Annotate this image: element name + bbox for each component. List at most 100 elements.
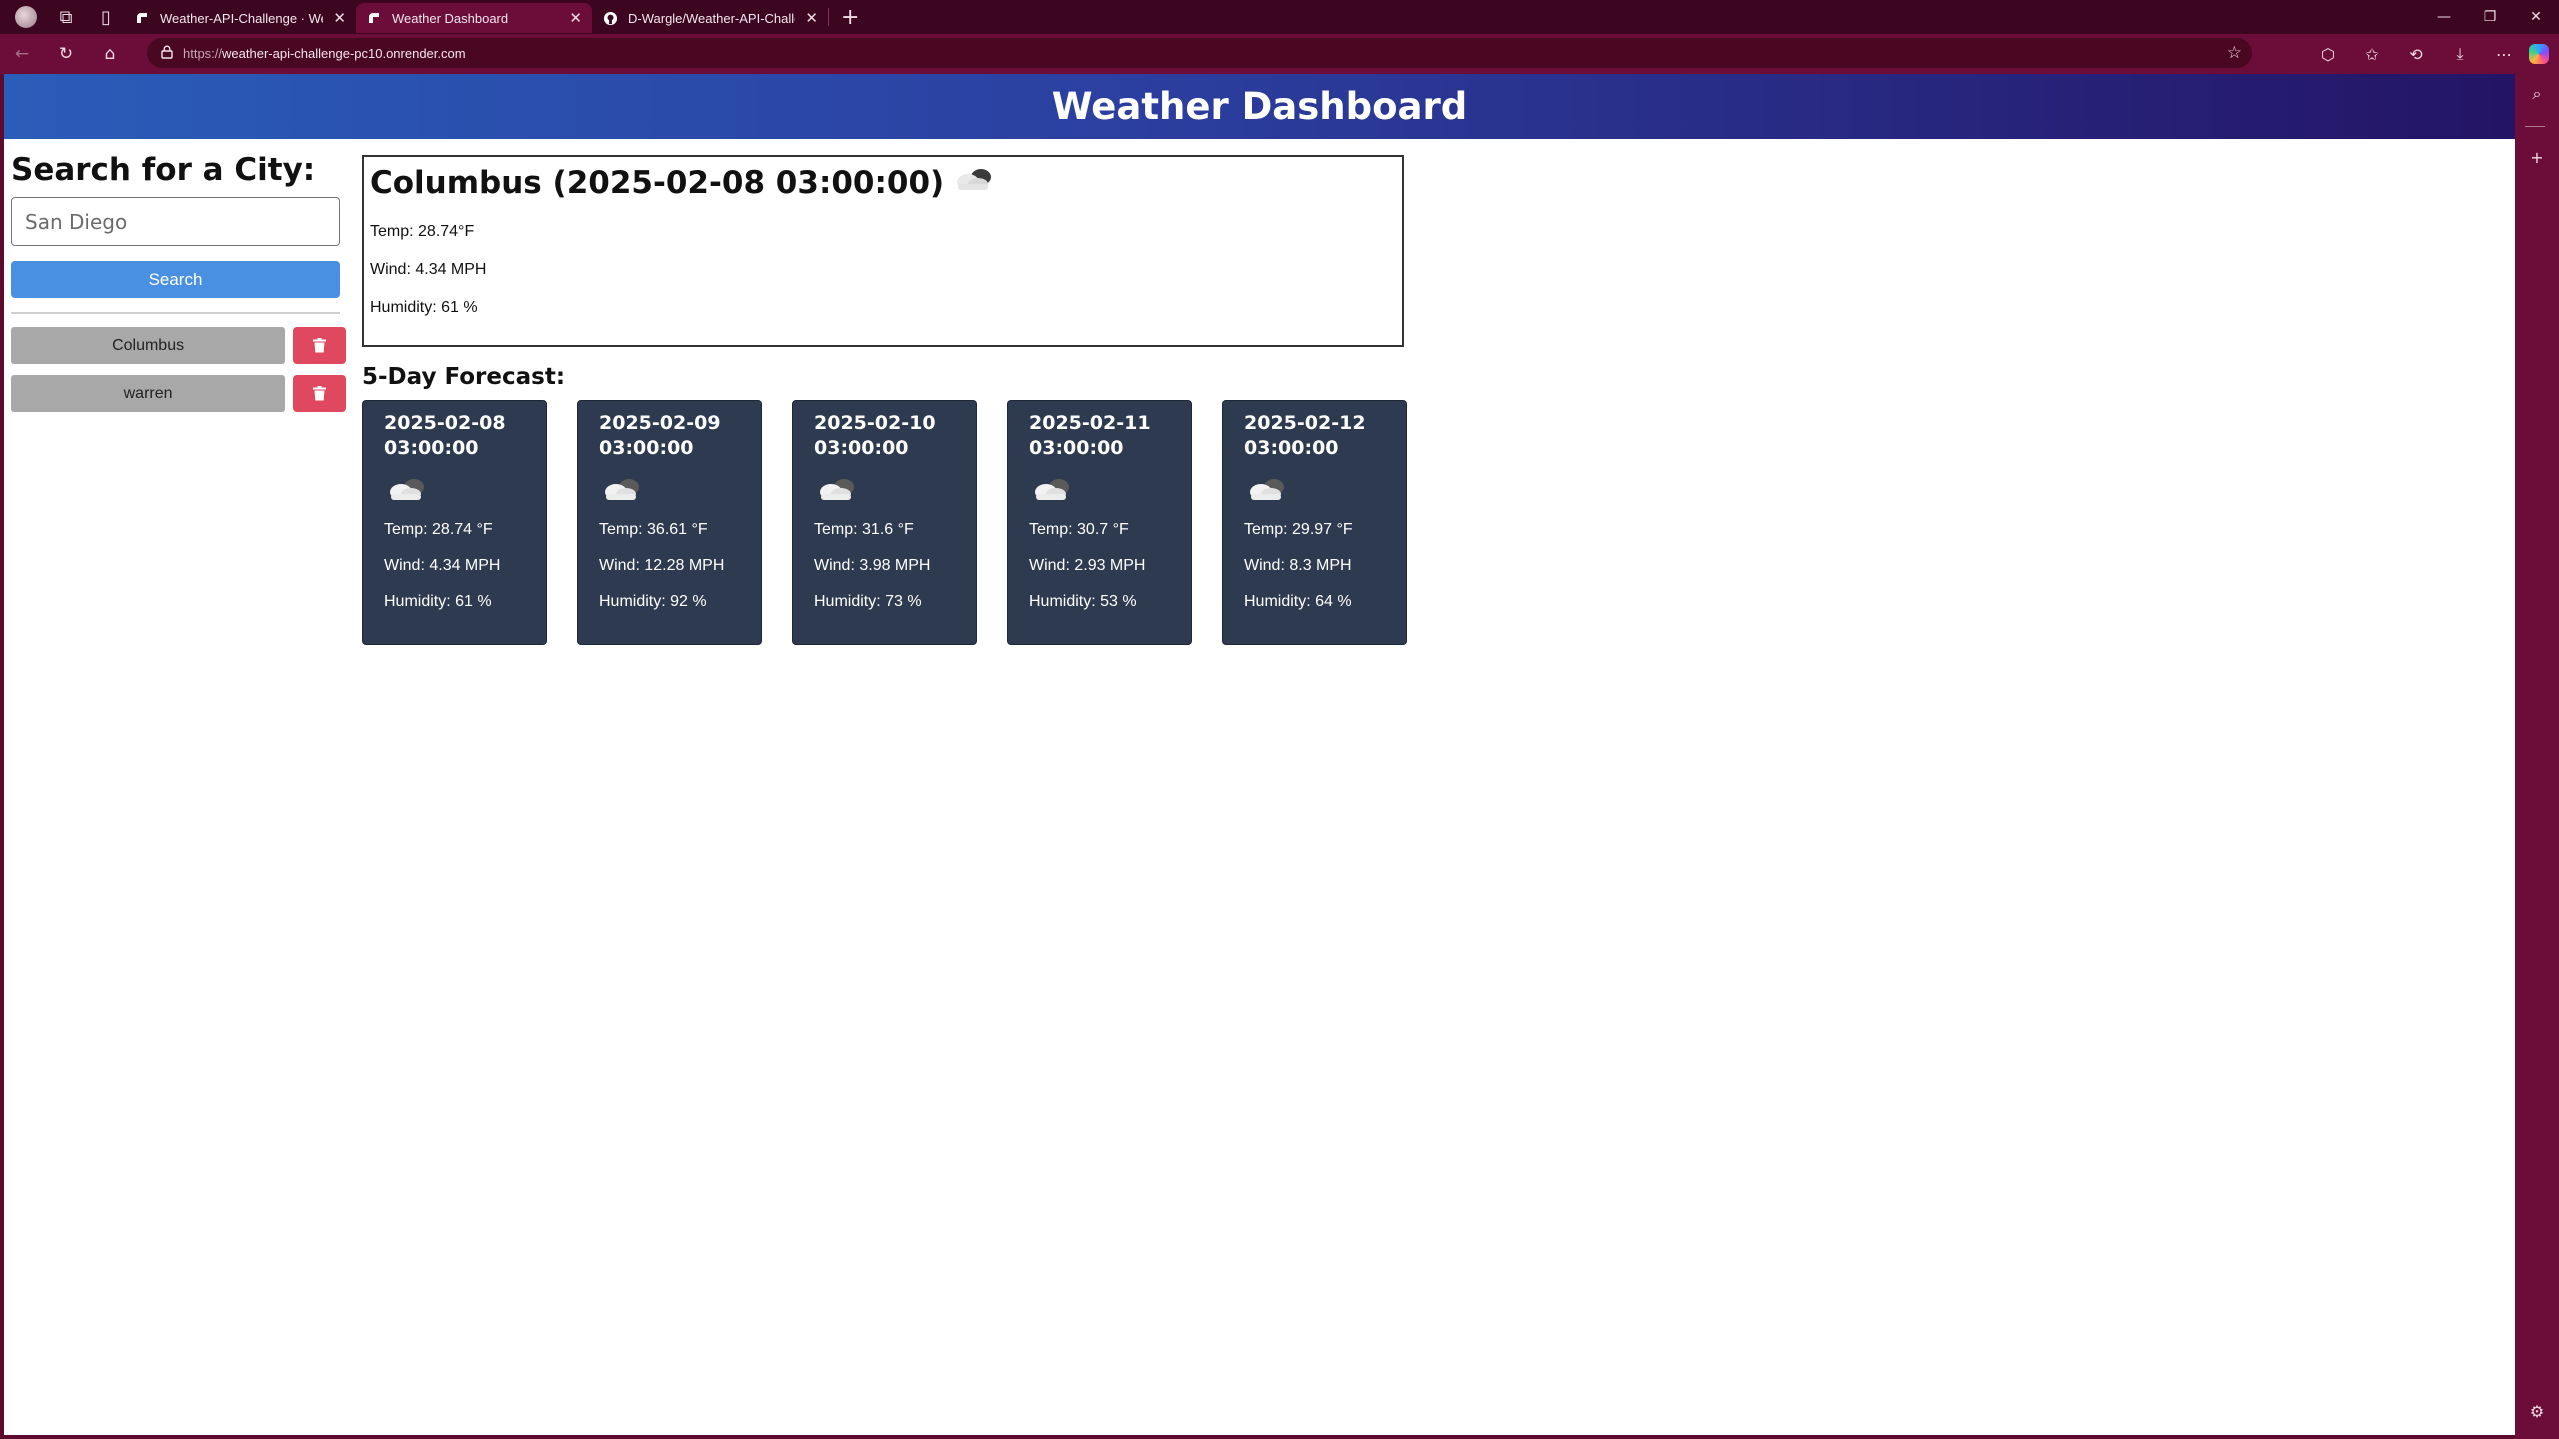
forecast-card: 2025-02-12 03:00:00 Temp: 29.97 °F Wind:… xyxy=(1222,400,1407,645)
forecast-date: 2025-02-11 xyxy=(1029,412,1151,434)
toolbar-actions: ⬡ ✩ ⟲ ⤓ ⋯ xyxy=(2309,34,2549,74)
forecast-wind: Wind: 4.34 MPH xyxy=(384,557,501,574)
refresh-icon[interactable]: ↻ xyxy=(44,34,88,74)
url-host: weather-api-challenge-pc10.onrender.com xyxy=(222,45,466,61)
forecast-date: 2025-02-12 xyxy=(1244,412,1366,434)
forecast-date: 2025-02-10 xyxy=(814,412,936,434)
current-city-date: Columbus (2025-02-08 03:00:00) xyxy=(370,165,945,201)
cloud-icon xyxy=(384,469,525,509)
cloud-icon xyxy=(1029,469,1170,509)
lock-icon[interactable] xyxy=(161,45,173,62)
tab-title: D-Wargle/Weather-API-Challeng xyxy=(628,10,795,26)
trash-icon xyxy=(313,386,327,401)
forecast-humidity: Humidity: 53 % xyxy=(1029,593,1137,610)
forecast-temp: Temp: 28.74 °F xyxy=(384,521,493,538)
close-window-icon[interactable]: ✕ xyxy=(2513,0,2559,34)
render-icon xyxy=(134,10,150,26)
city-search-input[interactable] xyxy=(11,197,340,246)
tab-title: Weather Dashboard xyxy=(392,10,509,26)
back-arrow-icon[interactable]: ← xyxy=(0,34,44,74)
current-weather-title: Columbus (2025-02-08 03:00:00) xyxy=(370,165,1396,201)
history-city-button[interactable]: Columbus xyxy=(11,327,286,364)
tab-title: Weather-API-Challenge · Web Se xyxy=(160,10,323,26)
address-bar[interactable]: https://weather-api-challenge-pc10.onren… xyxy=(147,38,2252,68)
divider xyxy=(11,312,340,314)
browser-tab-1[interactable]: Weather Dashboard ✕ xyxy=(356,3,592,33)
forecast-heading: 5-Day Forecast: xyxy=(362,364,566,390)
favorites-icon[interactable]: ✩ xyxy=(2353,34,2391,74)
delete-history-button[interactable] xyxy=(293,375,346,412)
delete-history-button[interactable] xyxy=(293,327,346,364)
current-wind: Wind: 4.34 MPH xyxy=(370,261,487,278)
forecast-time: 03:00:00 xyxy=(384,437,479,459)
sidebar-separator xyxy=(2525,126,2545,127)
home-icon[interactable]: ⌂ xyxy=(88,34,132,74)
cloud-icon xyxy=(1244,469,1385,509)
forecast-card: 2025-02-11 03:00:00 Temp: 30.7 °F Wind: … xyxy=(1007,400,1192,645)
current-temp: Temp: 28.74°F xyxy=(370,223,475,240)
forecast-wind: Wind: 8.3 MPH xyxy=(1244,557,1352,574)
more-menu-icon[interactable]: ⋯ xyxy=(2485,34,2523,74)
vertical-tabs-icon[interactable]: ▯ xyxy=(88,2,124,32)
forecast-humidity: Humidity: 92 % xyxy=(599,593,707,610)
favorite-star-icon[interactable]: ☆ xyxy=(2227,43,2242,63)
cloud-icon xyxy=(599,469,740,509)
current-weather-card: Columbus (2025-02-08 03:00:00) Temp: 28.… xyxy=(362,155,1404,347)
forecast-temp: Temp: 31.6 °F xyxy=(814,521,914,538)
trash-icon xyxy=(313,338,327,353)
forecast-temp: Temp: 29.97 °F xyxy=(1244,521,1353,538)
forecast-card: 2025-02-09 03:00:00 Temp: 36.61 °F Wind:… xyxy=(577,400,762,645)
restore-icon[interactable]: ❐ xyxy=(2467,0,2513,34)
new-tab-icon[interactable]: + xyxy=(829,5,871,30)
profile-avatar-icon[interactable] xyxy=(8,2,44,32)
tab-close-icon[interactable]: ✕ xyxy=(333,9,346,27)
browser-toolbar: ← ↻ ⌂ https://weather-api-challenge-pc10… xyxy=(0,34,2559,74)
forecast-date: 2025-02-08 xyxy=(384,412,506,434)
browser-tab-2[interactable]: D-Wargle/Weather-API-Challeng ✕ xyxy=(592,3,828,33)
url-protocol: https:// xyxy=(183,45,223,61)
url-text: https://weather-api-challenge-pc10.onren… xyxy=(183,46,466,61)
current-humidity: Humidity: 61 % xyxy=(370,299,478,316)
history-city-button[interactable]: warren xyxy=(11,375,286,412)
minimize-icon[interactable]: — xyxy=(2421,0,2467,34)
github-icon xyxy=(602,10,618,26)
extensions-icon[interactable]: ⬡ xyxy=(2309,34,2347,74)
downloads-icon[interactable]: ⤓ xyxy=(2441,34,2479,74)
page-viewport: Weather Dashboard Search for a City: Sea… xyxy=(4,74,2515,1435)
forecast-wind: Wind: 12.28 MPH xyxy=(599,557,725,574)
sidebar-add-icon[interactable]: + xyxy=(2515,148,2559,167)
forecast-row: 2025-02-08 03:00:00 Temp: 28.74 °F Wind:… xyxy=(362,400,1407,645)
forecast-temp: Temp: 36.61 °F xyxy=(599,521,708,538)
history-item: warren xyxy=(11,375,346,412)
forecast-wind: Wind: 3.98 MPH xyxy=(814,557,931,574)
browser-tab-0[interactable]: Weather-API-Challenge · Web Se ✕ xyxy=(124,3,356,33)
workspaces-icon[interactable]: ⧉ xyxy=(48,2,84,32)
forecast-humidity: Humidity: 73 % xyxy=(814,593,922,610)
forecast-humidity: Humidity: 64 % xyxy=(1244,593,1352,610)
browser-tab-bar: ⧉ ▯ Weather-API-Challenge · Web Se ✕ Wea… xyxy=(0,0,2559,34)
forecast-card: 2025-02-10 03:00:00 Temp: 31.6 °F Wind: … xyxy=(792,400,977,645)
forecast-temp: Temp: 30.7 °F xyxy=(1029,521,1129,538)
window-controls: — ❐ ✕ xyxy=(2421,0,2559,34)
forecast-humidity: Humidity: 61 % xyxy=(384,593,492,610)
cloud-icon xyxy=(952,165,994,201)
cloud-icon xyxy=(814,469,955,509)
forecast-wind: Wind: 2.93 MPH xyxy=(1029,557,1146,574)
sidebar-settings-icon[interactable]: ⚙ xyxy=(2515,1402,2559,1421)
forecast-date: 2025-02-09 xyxy=(599,412,721,434)
page-title: Weather Dashboard xyxy=(1051,85,1468,128)
forecast-time: 03:00:00 xyxy=(1244,437,1339,459)
search-heading: Search for a City: xyxy=(11,152,316,188)
render-icon xyxy=(366,10,382,26)
app-header: Weather Dashboard xyxy=(4,74,2515,139)
history-icon[interactable]: ⟲ xyxy=(2397,34,2435,74)
forecast-card: 2025-02-08 03:00:00 Temp: 28.74 °F Wind:… xyxy=(362,400,547,645)
tab-close-icon[interactable]: ✕ xyxy=(569,9,582,27)
tab-close-icon[interactable]: ✕ xyxy=(805,9,818,27)
search-panel: Search for a City: Search Columbus warre… xyxy=(11,152,346,423)
copilot-icon[interactable] xyxy=(2529,44,2549,64)
forecast-time: 03:00:00 xyxy=(814,437,909,459)
forecast-time: 03:00:00 xyxy=(599,437,694,459)
sidebar-search-icon[interactable]: ⌕ xyxy=(2515,84,2559,104)
search-button[interactable]: Search xyxy=(11,261,340,298)
